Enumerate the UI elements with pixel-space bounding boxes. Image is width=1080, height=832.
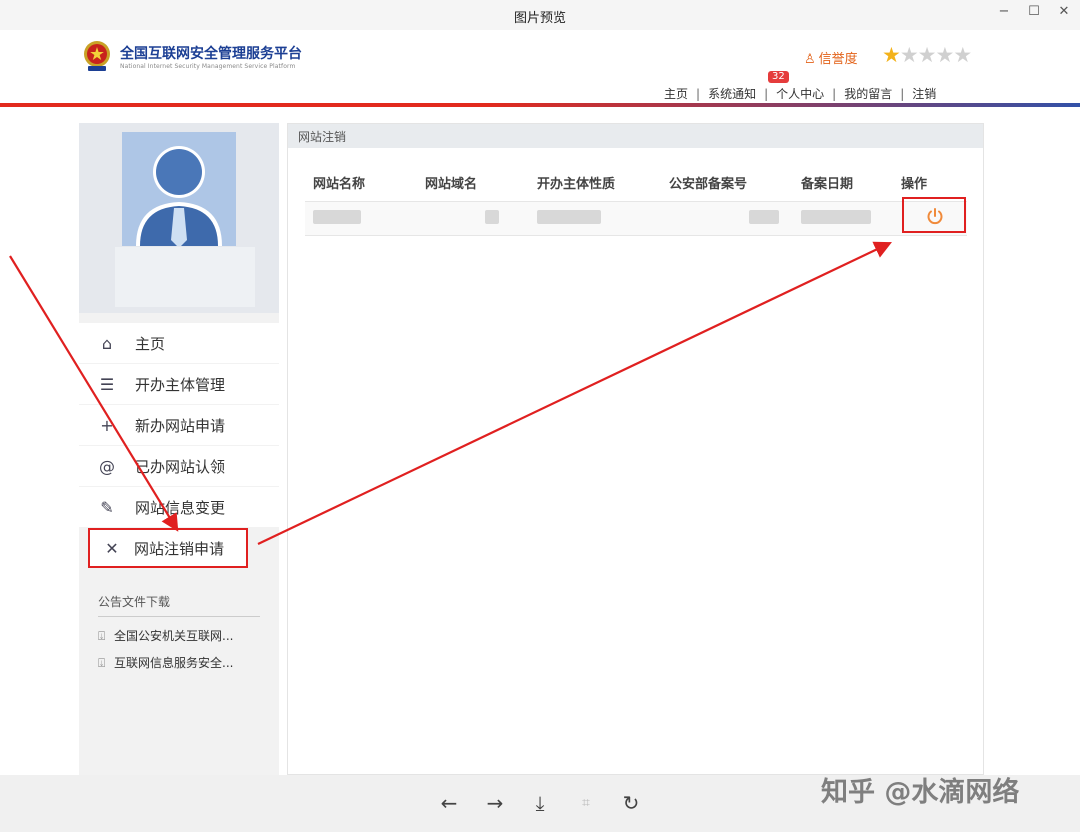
sidebar-item-new-site[interactable]: + 新办网站申请 bbox=[79, 405, 279, 445]
download-link[interactable]: ⍗ 互联网信息服务安全... bbox=[98, 654, 260, 671]
close-icon: ✕ bbox=[105, 538, 119, 558]
next-image-button[interactable]: → bbox=[483, 791, 507, 815]
user-card bbox=[79, 123, 279, 313]
sidebar-item-claim-site[interactable]: @ 已办网站认领 bbox=[79, 446, 279, 486]
police-emblem-icon bbox=[84, 41, 110, 71]
sidebar-item-site-cancel[interactable]: ✕ 网站注销申请 bbox=[88, 528, 248, 568]
section-title: 网站注销 bbox=[288, 124, 983, 148]
table-row bbox=[305, 202, 967, 236]
star-icon: ★ bbox=[917, 43, 937, 67]
close-window-button[interactable]: ✕ bbox=[1052, 3, 1076, 23]
sidebar-item-home[interactable]: ⌂ 主页 bbox=[79, 323, 279, 363]
column-header: 网站名称 bbox=[313, 177, 366, 192]
power-icon[interactable] bbox=[926, 207, 944, 225]
sidebar-item-label: 新办网站申请 bbox=[135, 416, 226, 435]
star-icon: ★ bbox=[882, 43, 901, 67]
nav-profile[interactable]: 个人中心 bbox=[776, 87, 824, 101]
sidebar-item-label: 主页 bbox=[135, 334, 166, 353]
credit-label: ♙ 信誉度 bbox=[804, 52, 858, 67]
column-header: 备案日期 bbox=[801, 177, 854, 192]
nav-home[interactable]: 主页 bbox=[664, 87, 688, 101]
previous-image-button[interactable]: ← bbox=[437, 791, 461, 815]
user-info-placeholder bbox=[115, 247, 255, 307]
window-title: 图片预览 bbox=[513, 11, 566, 26]
home-icon: ⌂ bbox=[101, 333, 113, 353]
minimize-button[interactable]: − bbox=[992, 3, 1016, 23]
star-icon: ★ bbox=[953, 43, 972, 67]
column-header: 网站域名 bbox=[425, 177, 478, 192]
redacted-cell bbox=[537, 209, 669, 228]
column-header: 公安部备案号 bbox=[669, 177, 748, 192]
nav-logout[interactable]: 注销 bbox=[912, 87, 936, 101]
nav-notifications[interactable]: 系统通知 bbox=[708, 87, 756, 101]
maximize-button[interactable]: ☐ bbox=[1022, 3, 1046, 23]
sidebar-item-label: 已办网站认领 bbox=[135, 457, 226, 476]
sidebar-item-label: 网站信息变更 bbox=[135, 498, 226, 517]
rotate-button[interactable]: ↻ bbox=[619, 791, 643, 815]
at-icon: @ bbox=[99, 456, 115, 476]
download-link[interactable]: ⍗ 全国公安机关互联网... bbox=[98, 627, 260, 644]
site-table: 网站名称 网站域名 开办主体性质 公安部备案号 备案日期 操作 bbox=[305, 164, 967, 236]
sidebar: ⌂ 主页 ☰ 开办主体管理 + 新办网站申请 @ 已办网站认领 ✎ 网站信息变更… bbox=[79, 123, 279, 775]
plus-icon: + bbox=[100, 415, 114, 435]
downloads-title: 公告文件下载 bbox=[98, 593, 260, 617]
sidebar-item-label: 网站注销申请 bbox=[134, 539, 225, 558]
star-icon: ★ bbox=[899, 43, 919, 67]
window-titlebar: 图片预览 − ☐ ✕ bbox=[0, 0, 1080, 30]
download-button[interactable]: ⤓ bbox=[528, 791, 552, 815]
fit-screen-button[interactable]: ⌗ bbox=[574, 791, 598, 815]
notification-badge: 32 bbox=[768, 71, 789, 83]
redacted-cell bbox=[425, 209, 537, 228]
downloads-section: 公告文件下载 ⍗ 全国公安机关互联网... ⍗ 互联网信息服务安全... bbox=[98, 593, 260, 671]
avatar bbox=[122, 132, 236, 246]
site-header: 全国互联网安全管理服务平台 National Internet Security… bbox=[0, 30, 1080, 110]
annotation-highlight-box bbox=[902, 197, 966, 233]
table-header: 网站名称 网站域名 开办主体性质 公安部备案号 备案日期 操作 bbox=[305, 164, 967, 202]
sidebar-item-site-change[interactable]: ✎ 网站信息变更 bbox=[79, 487, 279, 527]
download-icon: ⍗ bbox=[98, 656, 106, 670]
watermark: 知乎 @水滴网络 bbox=[821, 777, 1020, 808]
top-nav: 主页 | 系统通知 | 个人中心 | 我的留言 | 注销 bbox=[664, 87, 937, 101]
brand-subtitle: National Internet Security Management Se… bbox=[120, 63, 296, 70]
sidebar-item-label: 开办主体管理 bbox=[135, 375, 226, 394]
brand-title: 全国互联网安全管理服务平台 bbox=[120, 46, 302, 62]
main-area: ⌂ 主页 ☰ 开办主体管理 + 新办网站申请 @ 已办网站认领 ✎ 网站信息变更… bbox=[0, 107, 1080, 775]
star-icon: ★ bbox=[935, 43, 954, 67]
sidebar-menu: ⌂ 主页 ☰ 开办主体管理 + 新办网站申请 @ 已办网站认领 ✎ 网站信息变更… bbox=[79, 323, 279, 569]
column-header: 开办主体性质 bbox=[537, 177, 616, 192]
edit-icon: ✎ bbox=[100, 497, 114, 517]
list-icon: ☰ bbox=[99, 374, 115, 394]
redacted-cell bbox=[801, 209, 901, 228]
nav-messages[interactable]: 我的留言 bbox=[844, 87, 892, 101]
column-header: 操作 bbox=[901, 177, 928, 192]
content-panel: 网站注销 网站名称 网站域名 开办主体性质 公安部备案号 备案日期 操作 bbox=[287, 123, 984, 775]
redacted-cell bbox=[305, 209, 425, 228]
credit-rating-stars: ★★★★★ bbox=[882, 43, 972, 67]
download-icon: ⍗ bbox=[98, 629, 106, 643]
ribbon-icon: ♙ bbox=[804, 52, 816, 67]
redacted-cell bbox=[669, 209, 801, 228]
sidebar-item-entity-management[interactable]: ☰ 开办主体管理 bbox=[79, 364, 279, 404]
